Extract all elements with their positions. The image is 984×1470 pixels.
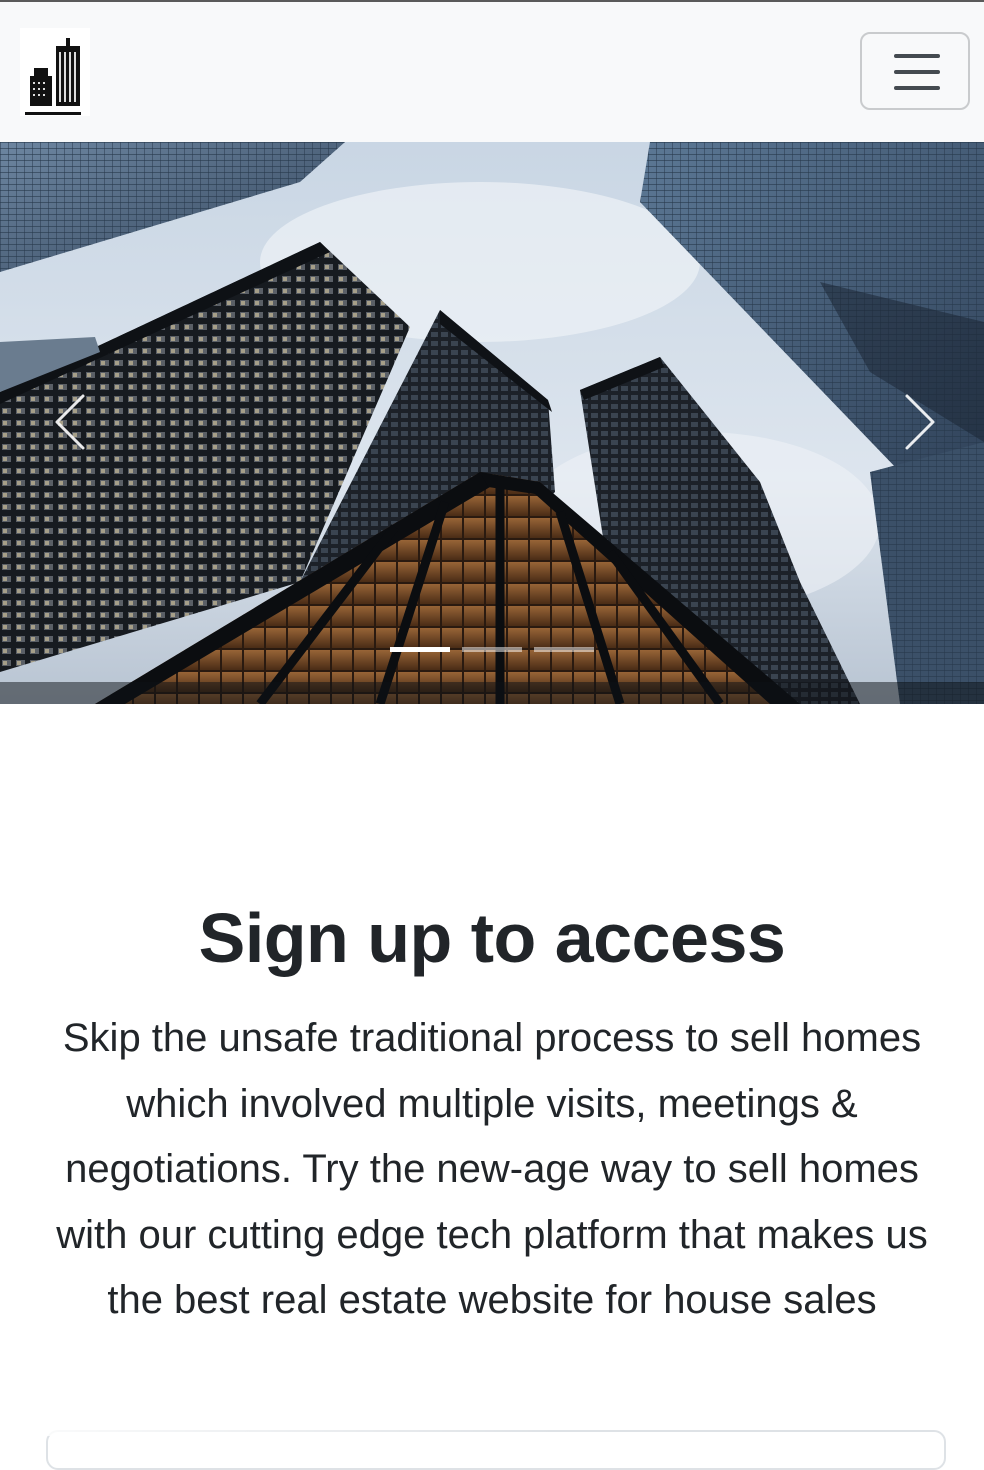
- carousel-slide-image: [0, 142, 984, 704]
- carousel-indicator-3[interactable]: [534, 647, 594, 652]
- signup-form-card: [46, 1430, 946, 1470]
- buildings-logo-icon: [25, 38, 81, 115]
- brand-logo[interactable]: [20, 28, 90, 116]
- carousel-prev-button[interactable]: [36, 392, 106, 452]
- carousel-indicator-2[interactable]: [462, 647, 522, 652]
- hero-carousel: [0, 142, 984, 704]
- navbar: [0, 2, 984, 142]
- signup-description: Skip the unsafe traditional process to s…: [56, 1016, 928, 1322]
- chevron-right-icon: [905, 394, 935, 450]
- carousel-indicator-1[interactable]: [390, 647, 450, 652]
- signup-title: Sign up to access: [198, 899, 786, 977]
- signup-section: Sign up to access Skip the unsafe tradit…: [0, 704, 984, 1470]
- navbar-toggler-button[interactable]: [860, 32, 970, 110]
- chevron-left-icon: [55, 394, 85, 450]
- carousel-next-button[interactable]: [884, 392, 954, 452]
- carousel-indicators: [0, 647, 984, 657]
